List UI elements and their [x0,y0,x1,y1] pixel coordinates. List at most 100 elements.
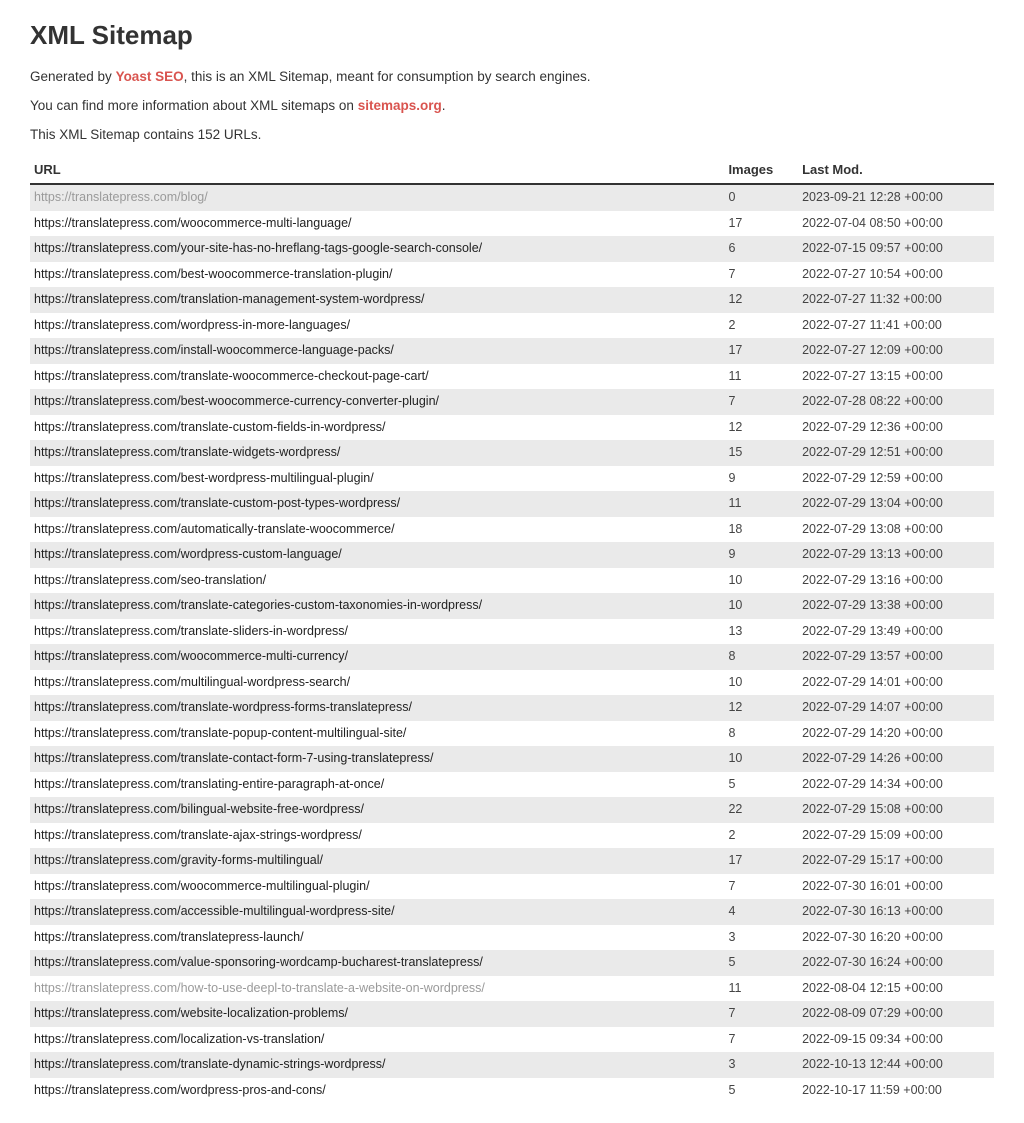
lastmod-cell: 2022-07-29 13:38 +00:00 [798,593,994,619]
sitemap-url-link[interactable]: https://translatepress.com/translate-aja… [34,828,362,842]
table-row: https://translatepress.com/woocommerce-m… [30,874,994,900]
sitemap-url-link[interactable]: https://translatepress.com/translation-m… [34,292,424,306]
sitemap-url-link[interactable]: https://translatepress.com/install-wooco… [34,343,394,357]
table-row: https://translatepress.com/best-woocomme… [30,262,994,288]
url-cell: https://translatepress.com/translate-con… [30,746,724,772]
table-row: https://translatepress.com/translate-wor… [30,695,994,721]
table-row: https://translatepress.com/wordpress-in-… [30,313,994,339]
table-row: https://translatepress.com/woocommerce-m… [30,644,994,670]
images-cell: 7 [724,874,798,900]
images-cell: 7 [724,262,798,288]
table-row: https://translatepress.com/best-woocomme… [30,389,994,415]
images-cell: 3 [724,925,798,951]
generated-prefix: Generated by [30,69,116,84]
sitemap-url-link[interactable]: https://translatepress.com/translate-wor… [34,700,412,714]
images-cell: 2 [724,313,798,339]
url-cell: https://translatepress.com/translatepres… [30,925,724,951]
url-cell: https://translatepress.com/translate-woo… [30,364,724,390]
sitemap-url-link[interactable]: https://translatepress.com/woocommerce-m… [34,879,370,893]
sitemap-url-link[interactable]: https://translatepress.com/translate-cus… [34,496,400,510]
sitemap-url-link[interactable]: https://translatepress.com/bilingual-web… [34,802,364,816]
table-row: https://translatepress.com/localization-… [30,1027,994,1053]
sitemap-url-link[interactable]: https://translatepress.com/translating-e… [34,777,384,791]
lastmod-cell: 2022-07-29 12:59 +00:00 [798,466,994,492]
sitemap-url-link[interactable]: https://translatepress.com/best-woocomme… [34,394,439,408]
url-cell: https://translatepress.com/translate-sli… [30,619,724,645]
lastmod-cell: 2022-07-29 14:07 +00:00 [798,695,994,721]
sitemap-url-link[interactable]: https://translatepress.com/your-site-has… [34,241,482,255]
images-cell: 12 [724,415,798,441]
images-cell: 0 [724,184,798,211]
url-cell: https://translatepress.com/best-woocomme… [30,262,724,288]
sitemap-url-link[interactable]: https://translatepress.com/translatepres… [34,930,304,944]
images-cell: 2 [724,823,798,849]
sitemap-url-link[interactable]: https://translatepress.com/multilingual-… [34,675,350,689]
table-row: https://translatepress.com/gravity-forms… [30,848,994,874]
sitemap-url-link[interactable]: https://translatepress.com/localization-… [34,1032,324,1046]
lastmod-cell: 2022-07-29 14:01 +00:00 [798,670,994,696]
sitemap-url-link[interactable]: https://translatepress.com/woocommerce-m… [34,216,352,230]
url-cell: https://translatepress.com/seo-translati… [30,568,724,594]
sitemap-url-link[interactable]: https://translatepress.com/seo-translati… [34,573,266,587]
sitemap-url-link[interactable]: https://translatepress.com/translate-woo… [34,369,429,383]
header-lastmod: Last Mod. [798,156,994,184]
yoast-seo-link[interactable]: Yoast SEO [116,69,184,84]
images-cell: 13 [724,619,798,645]
moreinfo-prefix: You can find more information about XML … [30,98,358,113]
sitemap-url-link[interactable]: https://translatepress.com/accessible-mu… [34,904,395,918]
table-row: https://translatepress.com/accessible-mu… [30,899,994,925]
sitemaps-org-link[interactable]: sitemaps.org [358,98,442,113]
url-cell: https://translatepress.com/value-sponsor… [30,950,724,976]
sitemap-url-link[interactable]: https://translatepress.com/how-to-use-de… [34,981,485,995]
sitemap-url-link[interactable]: https://translatepress.com/translate-cus… [34,420,386,434]
table-row: https://translatepress.com/translate-pop… [30,721,994,747]
sitemap-url-link[interactable]: https://translatepress.com/translate-cat… [34,598,482,612]
lastmod-cell: 2022-07-29 15:17 +00:00 [798,848,994,874]
url-cell: https://translatepress.com/wordpress-cus… [30,542,724,568]
lastmod-cell: 2022-07-27 10:54 +00:00 [798,262,994,288]
url-cell: https://translatepress.com/woocommerce-m… [30,211,724,237]
lastmod-cell: 2022-08-09 07:29 +00:00 [798,1001,994,1027]
images-cell: 7 [724,389,798,415]
moreinfo-suffix: . [442,98,446,113]
table-row: https://translatepress.com/translate-wid… [30,440,994,466]
images-cell: 3 [724,1052,798,1078]
url-cell: https://translatepress.com/accessible-mu… [30,899,724,925]
lastmod-cell: 2022-07-29 15:08 +00:00 [798,797,994,823]
sitemap-url-link[interactable]: https://translatepress.com/translate-wid… [34,445,340,459]
sitemap-url-link[interactable]: https://translatepress.com/translate-dyn… [34,1057,386,1071]
url-cell: https://translatepress.com/woocommerce-m… [30,874,724,900]
images-cell: 22 [724,797,798,823]
header-url: URL [30,156,724,184]
images-cell: 5 [724,950,798,976]
sitemap-url-link[interactable]: https://translatepress.com/gravity-forms… [34,853,323,867]
lastmod-cell: 2022-09-15 09:34 +00:00 [798,1027,994,1053]
lastmod-cell: 2022-07-29 12:51 +00:00 [798,440,994,466]
url-cell: https://translatepress.com/website-local… [30,1001,724,1027]
sitemap-url-link[interactable]: https://translatepress.com/wordpress-pro… [34,1083,326,1097]
lastmod-cell: 2022-07-29 13:49 +00:00 [798,619,994,645]
images-cell: 10 [724,568,798,594]
images-cell: 5 [724,772,798,798]
sitemap-url-link[interactable]: https://translatepress.com/translate-con… [34,751,433,765]
url-cell: https://translatepress.com/bilingual-web… [30,797,724,823]
table-row: https://translatepress.com/translate-cat… [30,593,994,619]
table-row: https://translatepress.com/blog/02023-09… [30,184,994,211]
sitemap-url-link[interactable]: https://translatepress.com/automatically… [34,522,395,536]
sitemap-url-link[interactable]: https://translatepress.com/value-sponsor… [34,955,483,969]
sitemap-url-link[interactable]: https://translatepress.com/best-wordpres… [34,471,374,485]
sitemap-url-link[interactable]: https://translatepress.com/best-woocomme… [34,267,392,281]
images-cell: 8 [724,721,798,747]
lastmod-cell: 2022-07-27 13:15 +00:00 [798,364,994,390]
sitemap-url-link[interactable]: https://translatepress.com/wordpress-cus… [34,547,342,561]
sitemap-url-link[interactable]: https://translatepress.com/woocommerce-m… [34,649,348,663]
sitemap-url-link[interactable]: https://translatepress.com/translate-sli… [34,624,348,638]
sitemap-url-link[interactable]: https://translatepress.com/website-local… [34,1006,348,1020]
table-row: https://translatepress.com/multilingual-… [30,670,994,696]
sitemap-url-link[interactable]: https://translatepress.com/translate-pop… [34,726,406,740]
table-row: https://translatepress.com/best-wordpres… [30,466,994,492]
table-row: https://translatepress.com/translate-cus… [30,415,994,441]
sitemap-url-link[interactable]: https://translatepress.com/blog/ [34,190,208,204]
sitemap-url-link[interactable]: https://translatepress.com/wordpress-in-… [34,318,350,332]
generated-suffix: , this is an XML Sitemap, meant for cons… [184,69,591,84]
